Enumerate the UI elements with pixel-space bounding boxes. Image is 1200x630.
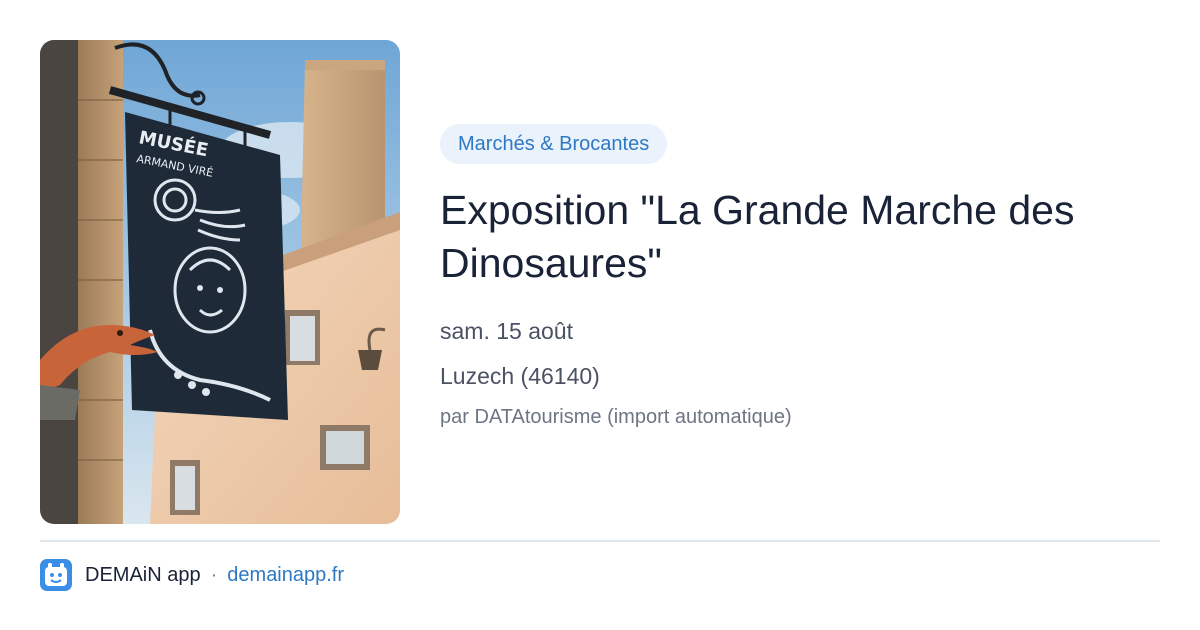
app-name: DEMAiN app <box>85 563 201 586</box>
event-preview-card[interactable]: MUSÉE ARMAND VIRÉ Marchés & Brocantes Ex… <box>0 0 1200 630</box>
category-badge[interactable]: Marchés & Brocantes <box>440 124 668 164</box>
event-location: Luzech (46140) <box>440 363 600 389</box>
event-details: Marchés & Brocantes Exposition "La Grand… <box>440 124 1160 429</box>
event-date: sam. 15 août <box>440 318 573 344</box>
demain-app-logo-icon <box>40 559 72 591</box>
footer: DEMAiN app · demainapp.fr <box>40 558 344 592</box>
footer-divider <box>40 540 1160 542</box>
event-title[interactable]: Exposition "La Grande Marche des Dinosau… <box>440 184 1150 290</box>
event-source: par DATAtourisme (import automatique) <box>440 406 792 428</box>
footer-separator: · <box>210 563 218 586</box>
event-photo: MUSÉE ARMAND VIRÉ <box>40 40 400 524</box>
app-site-link[interactable]: demainapp.fr <box>227 564 344 587</box>
